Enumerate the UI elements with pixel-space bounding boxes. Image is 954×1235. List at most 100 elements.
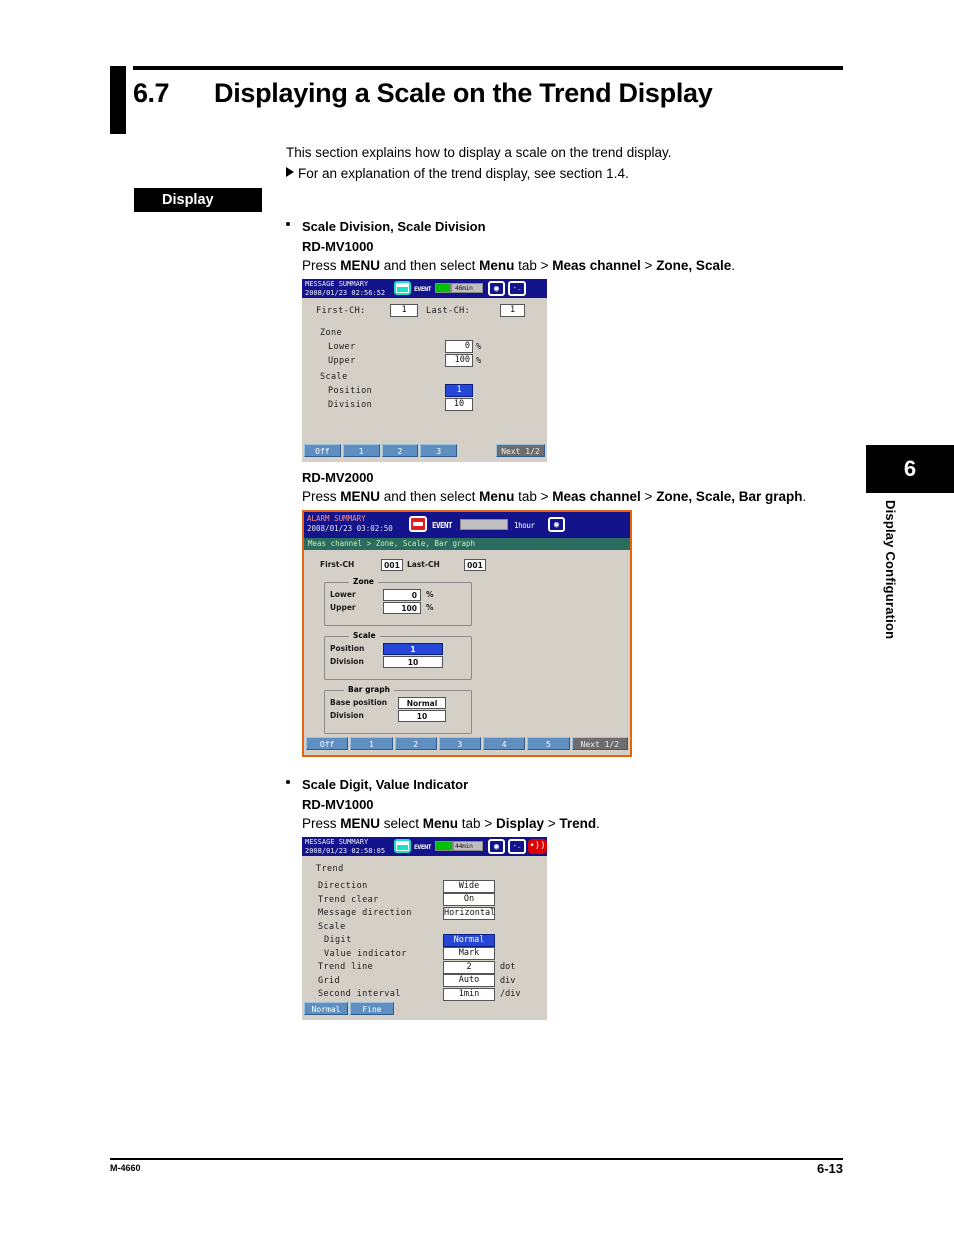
screen3-row-field-1[interactable]: On bbox=[443, 893, 495, 906]
screen2-division-label: Division bbox=[330, 657, 364, 666]
screen1-position-field[interactable]: 1 bbox=[445, 384, 473, 397]
screen1-lower-field[interactable]: 0 bbox=[445, 340, 473, 353]
screen1-first-ch-label: First-CH: bbox=[316, 306, 366, 316]
screen1-event-progress bbox=[435, 283, 451, 293]
topic-1-bullet-text: Scale Division, Scale Division bbox=[302, 219, 486, 234]
chapter-number: 6 bbox=[903, 456, 917, 481]
screen3-fkey-1[interactable]: Fine bbox=[350, 1002, 394, 1015]
page-title: Displaying a Scale on the Trend Display bbox=[214, 78, 713, 108]
screen3-row-label-1: Trend clear bbox=[318, 894, 379, 905]
screen3-row-field-4[interactable]: Normal bbox=[443, 933, 495, 947]
screen1-last-ch-field[interactable]: 1 bbox=[500, 304, 525, 317]
screen3-row-field-5[interactable]: Mark bbox=[443, 947, 495, 960]
screen1-body: First-CH: 1 Last-CH: 1 Zone Lower 0 % Up… bbox=[302, 298, 547, 442]
screen2-fkey-2[interactable]: 2 bbox=[394, 737, 437, 750]
clock-icon[interactable]: ◉ bbox=[488, 839, 505, 854]
clock-icon[interactable]: ◉ bbox=[548, 517, 565, 532]
chapter-label: Display Configuration bbox=[883, 500, 898, 640]
footer-document-code: M-4660 bbox=[110, 1163, 141, 1173]
topic-1-model: RD-MV1000 bbox=[302, 239, 374, 254]
screen2-fkey-4[interactable]: 4 bbox=[483, 737, 526, 750]
screen3-event-time: 44min bbox=[455, 842, 473, 850]
screen1-first-ch-field[interactable]: 1 bbox=[390, 304, 418, 317]
screen2-lower-field[interactable]: 0 bbox=[383, 589, 421, 601]
screen2-next-key[interactable]: Next 1/2 bbox=[571, 737, 628, 750]
screen1-event-label: EVENT bbox=[414, 285, 432, 293]
screen2-upper-unit: % bbox=[426, 603, 434, 612]
screen2-function-key-bar: Off 1 2 3 4 5 Next 1/2 bbox=[304, 737, 630, 750]
screen2-fkey-0[interactable]: Off bbox=[306, 737, 349, 750]
screen1-upper-label: Upper bbox=[328, 356, 356, 366]
screen3-titlebar: MESSAGE SUMMARY 2008/01/23 02:58:05 EVEN… bbox=[302, 837, 547, 856]
screen2-lower-label: Lower bbox=[330, 590, 356, 599]
screen2-event-time: 1hour bbox=[514, 521, 535, 530]
screen1-title-block: MESSAGE SUMMARY 2008/01/23 02:56:52 bbox=[305, 280, 385, 297]
topic-3-bullet: Scale Digit, Value Indicator bbox=[286, 777, 469, 792]
screen1-fkey-1[interactable]: 1 bbox=[342, 444, 380, 457]
screen1-timestamp: 2008/01/23 02:56:52 bbox=[305, 288, 386, 297]
screen3-row-label-2: Message direction bbox=[318, 908, 412, 918]
screen2-first-ch-label: First-CH bbox=[320, 560, 355, 569]
screen2-event-label: EVENT bbox=[432, 521, 453, 530]
display-section-chip: Display bbox=[134, 188, 262, 212]
screen3-function-key-bar: Normal Fine bbox=[302, 1002, 547, 1015]
screen2-last-ch-field[interactable]: 001 bbox=[464, 559, 486, 571]
bullet-dot-icon bbox=[286, 780, 290, 784]
screen1-last-ch-label: Last-CH: bbox=[426, 306, 471, 316]
screen2-bargraph-caption: Bar graph bbox=[344, 685, 394, 694]
screen2-zone-caption: Zone bbox=[349, 577, 379, 586]
screen2-last-ch-label: Last-CH bbox=[407, 560, 440, 569]
intro-line-2: For an explanation of the trend display,… bbox=[286, 166, 629, 181]
screen3-row-field-7[interactable]: Auto bbox=[443, 974, 495, 987]
screen1-fkey-3[interactable]: 3 bbox=[420, 444, 458, 457]
screen2-bar-division-field[interactable]: 10 bbox=[398, 710, 446, 722]
screen1-titlebar: MESSAGE SUMMARY 2008/01/23 02:56:52 EVEN… bbox=[302, 279, 547, 298]
screen2-division-field[interactable]: 10 bbox=[383, 656, 443, 668]
screen1-fkey-2[interactable]: 2 bbox=[381, 444, 419, 457]
screen2-upper-field[interactable]: 100 bbox=[383, 602, 421, 614]
screen2-first-ch-field[interactable]: 001 bbox=[381, 559, 403, 571]
sound-alarm-icon[interactable]: •)) bbox=[528, 839, 547, 854]
screen2-base-position-field[interactable]: Normal bbox=[398, 697, 446, 709]
screen3-row-field-0[interactable]: Wide bbox=[443, 879, 495, 893]
section-rule bbox=[133, 66, 843, 70]
screen3-fkey-spacer bbox=[396, 1002, 545, 1015]
screen1-position-label: Position bbox=[328, 386, 373, 396]
screen2-fkey-1[interactable]: 1 bbox=[350, 737, 393, 750]
screen1-upper-field[interactable]: 100 bbox=[445, 354, 473, 367]
screen3-row-label-3: Scale bbox=[318, 921, 346, 932]
screen3-row-label-0: Direction bbox=[318, 881, 368, 891]
screen3-fkey-0[interactable]: Normal bbox=[304, 1002, 348, 1015]
screen2-event-progress bbox=[460, 519, 508, 530]
screen2-lower-unit: % bbox=[426, 590, 434, 599]
screen3-timestamp: 2008/01/23 02:58:05 bbox=[305, 846, 386, 855]
screen1-division-field[interactable]: 10 bbox=[445, 398, 473, 411]
screen1-next-key[interactable]: Next 1/2 bbox=[495, 444, 545, 457]
topic-2-instruction: Press MENU and then select Menu tab > Me… bbox=[302, 489, 807, 504]
calculator-icon[interactable]: ⁺₋ bbox=[508, 281, 526, 296]
screen2-fkey-5[interactable]: 5 bbox=[527, 737, 570, 750]
screen2-title-block: ALARM SUMMARY 2008/01/23 03:02:50 bbox=[307, 514, 393, 534]
screen3-row-unit-8: /div bbox=[500, 989, 521, 999]
screen2-titlebar: ALARM SUMMARY 2008/01/23 03:02:50 EVENT … bbox=[304, 512, 630, 538]
screen1-fkey-0[interactable]: Off bbox=[304, 444, 341, 457]
screen3-row-field-6[interactable]: 2 bbox=[443, 960, 495, 974]
topic-3-bullet-text: Scale Digit, Value Indicator bbox=[302, 777, 469, 792]
device-screenshot-mv1000-zone-scale: MESSAGE SUMMARY 2008/01/23 02:56:52 EVEN… bbox=[302, 279, 547, 462]
screen1-lower-unit: % bbox=[476, 342, 482, 352]
screen3-row-label-7: Grid bbox=[318, 975, 341, 986]
screen3-row-field-8[interactable]: 1min bbox=[443, 987, 495, 1001]
screen3-row-field-2[interactable]: Horizontal bbox=[443, 906, 495, 920]
screen3-row-label-5: Value indicator bbox=[324, 948, 407, 959]
screen3-event-progress bbox=[435, 841, 453, 851]
screen3-title-block: MESSAGE SUMMARY 2008/01/23 02:58:05 bbox=[305, 838, 385, 855]
calculator-icon[interactable]: ⁺₋ bbox=[508, 839, 526, 854]
screen1-function-key-bar: Off 1 2 3 Next 1/2 bbox=[302, 444, 547, 457]
screen3-body: Trend Direction Wide Trend clear On Message … bbox=[302, 856, 547, 1001]
clock-icon[interactable]: ◉ bbox=[488, 281, 505, 296]
screen2-fkey-3[interactable]: 3 bbox=[438, 737, 482, 750]
screen1-event-time: 46min bbox=[455, 284, 473, 292]
screen1-title: MESSAGE SUMMARY bbox=[305, 280, 369, 288]
screen2-position-field[interactable]: 1 bbox=[383, 643, 443, 655]
screen3-row-unit-6: dot bbox=[500, 962, 516, 972]
